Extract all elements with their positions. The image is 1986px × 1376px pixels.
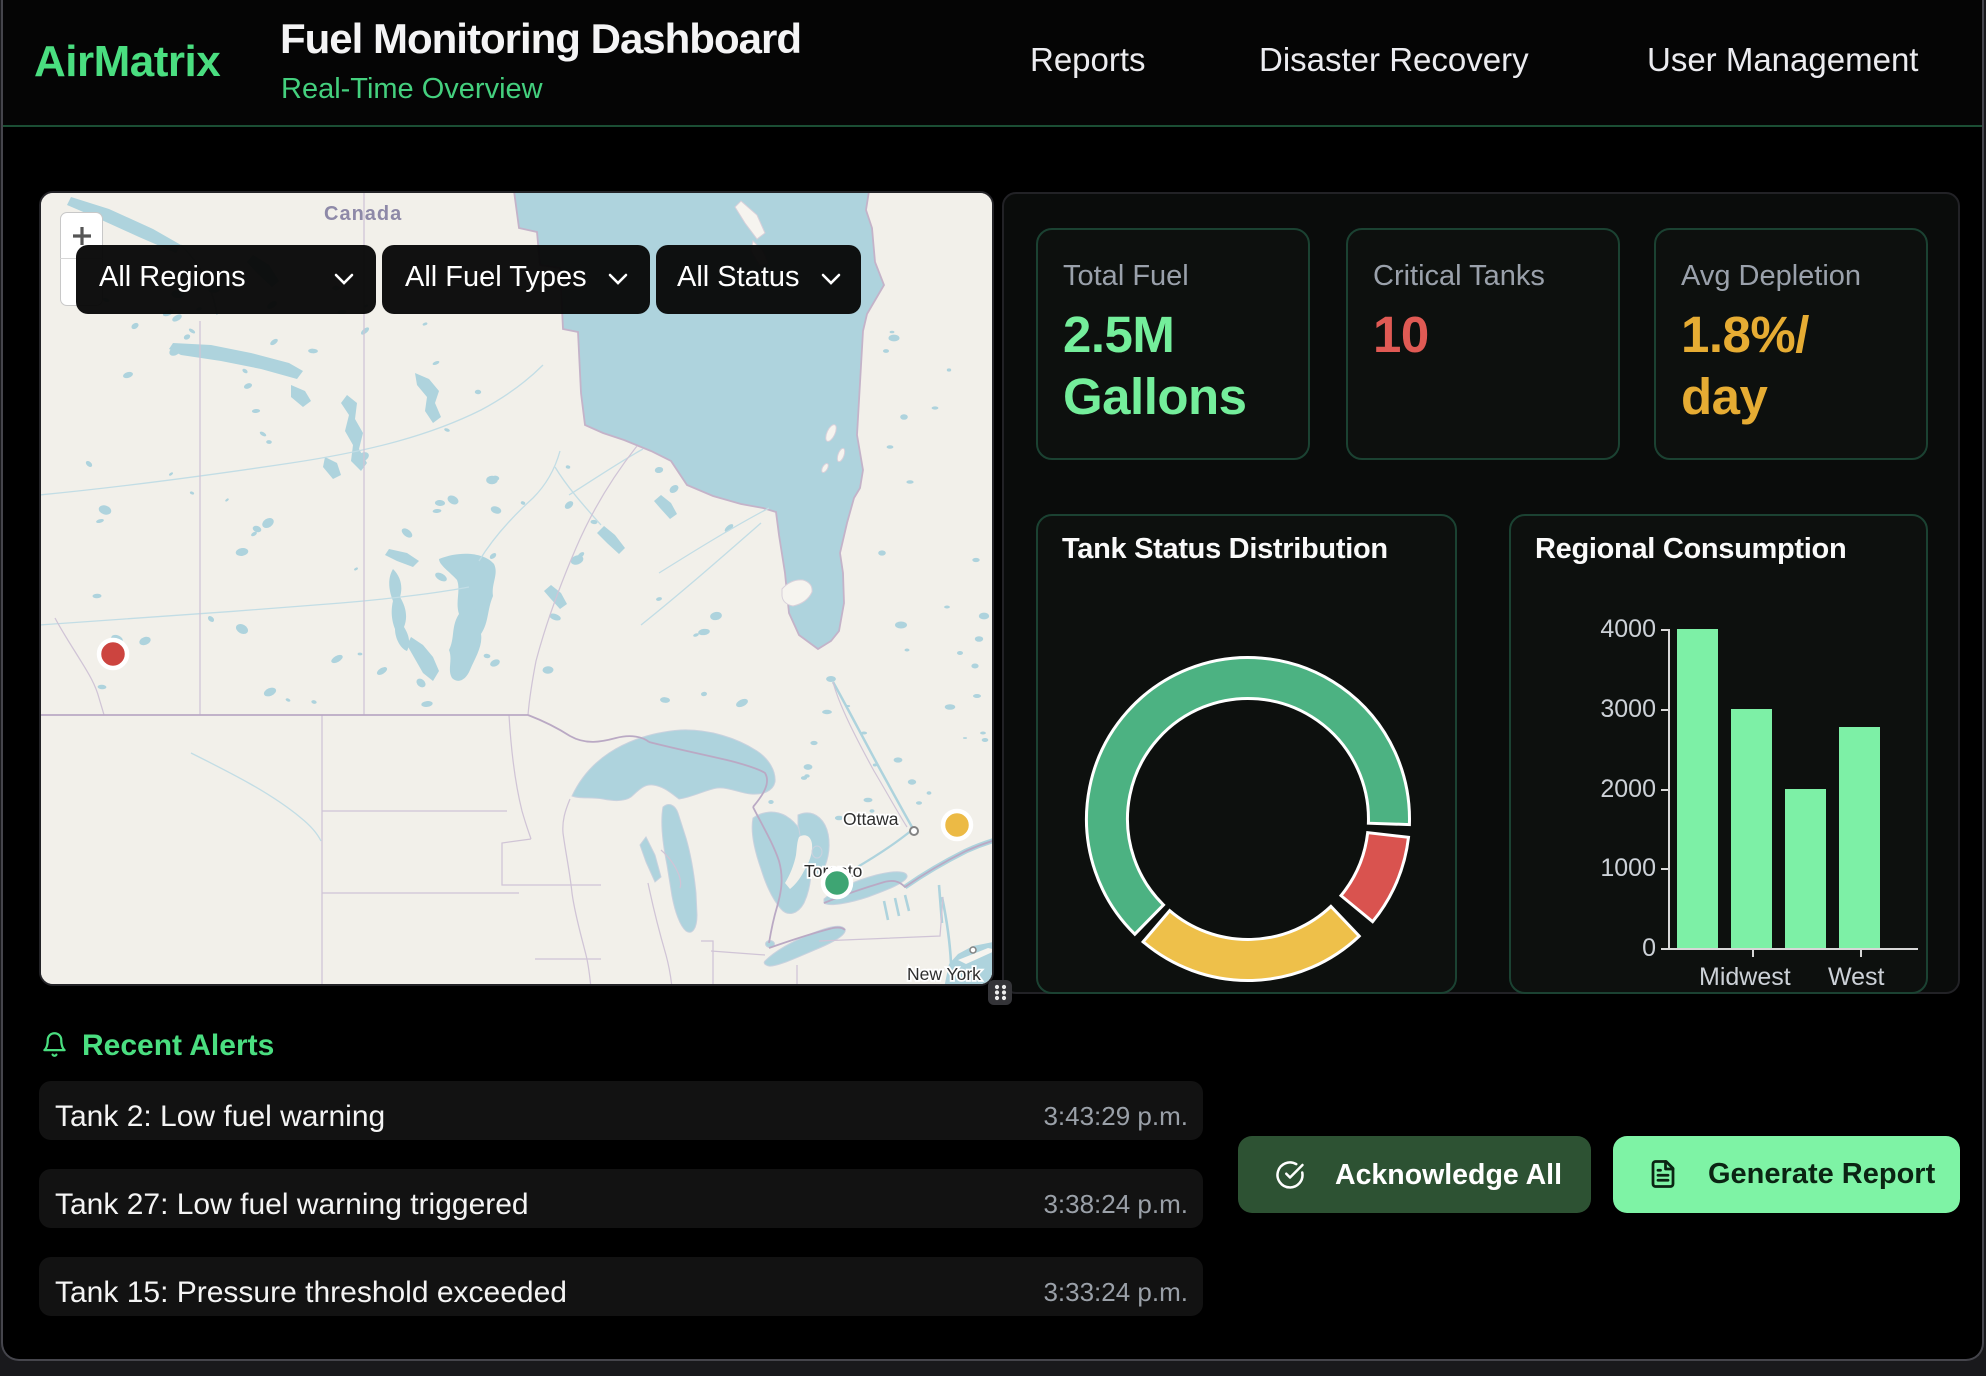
svg-text:Canada: Canada: [324, 203, 402, 225]
svg-text:Ottawa: Ottawa: [843, 809, 899, 829]
svg-text:New York: New York: [907, 964, 981, 984]
